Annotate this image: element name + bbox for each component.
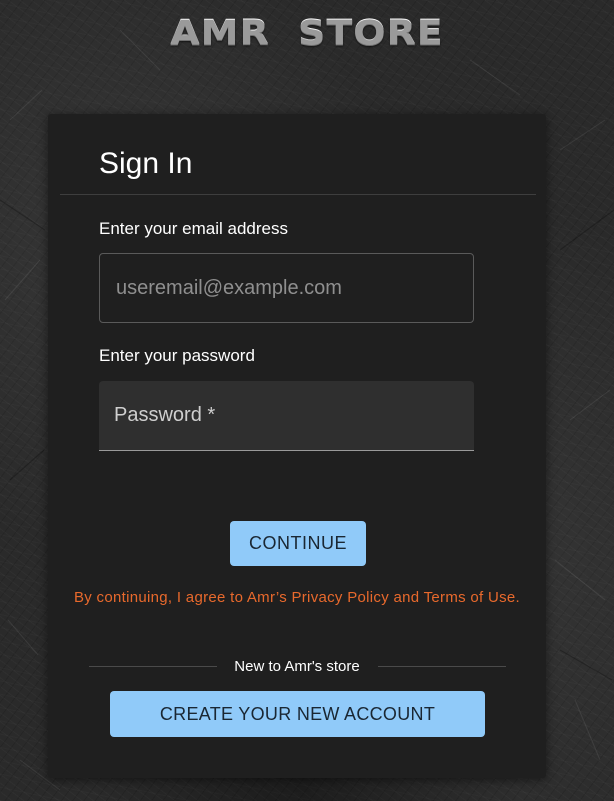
terms-text: By continuing, I agree to Amr’s Privacy … — [73, 589, 521, 606]
continue-button[interactable]: CONTINUE — [230, 521, 366, 566]
store-logo: AMR STORE — [0, 12, 614, 52]
email-label: Enter your email address — [99, 219, 288, 238]
signin-card: Sign In Enter your email address Enter y… — [48, 114, 546, 778]
divider-right — [378, 666, 506, 667]
password-input[interactable]: Password * — [99, 381, 474, 451]
password-field-label: Password * — [114, 404, 216, 426]
signin-title: Sign In — [99, 147, 193, 180]
email-input[interactable] — [99, 253, 474, 323]
create-account-button[interactable]: CREATE YOUR NEW ACCOUNT — [110, 691, 485, 737]
password-label: Enter your password — [99, 346, 255, 365]
title-divider — [60, 194, 536, 195]
